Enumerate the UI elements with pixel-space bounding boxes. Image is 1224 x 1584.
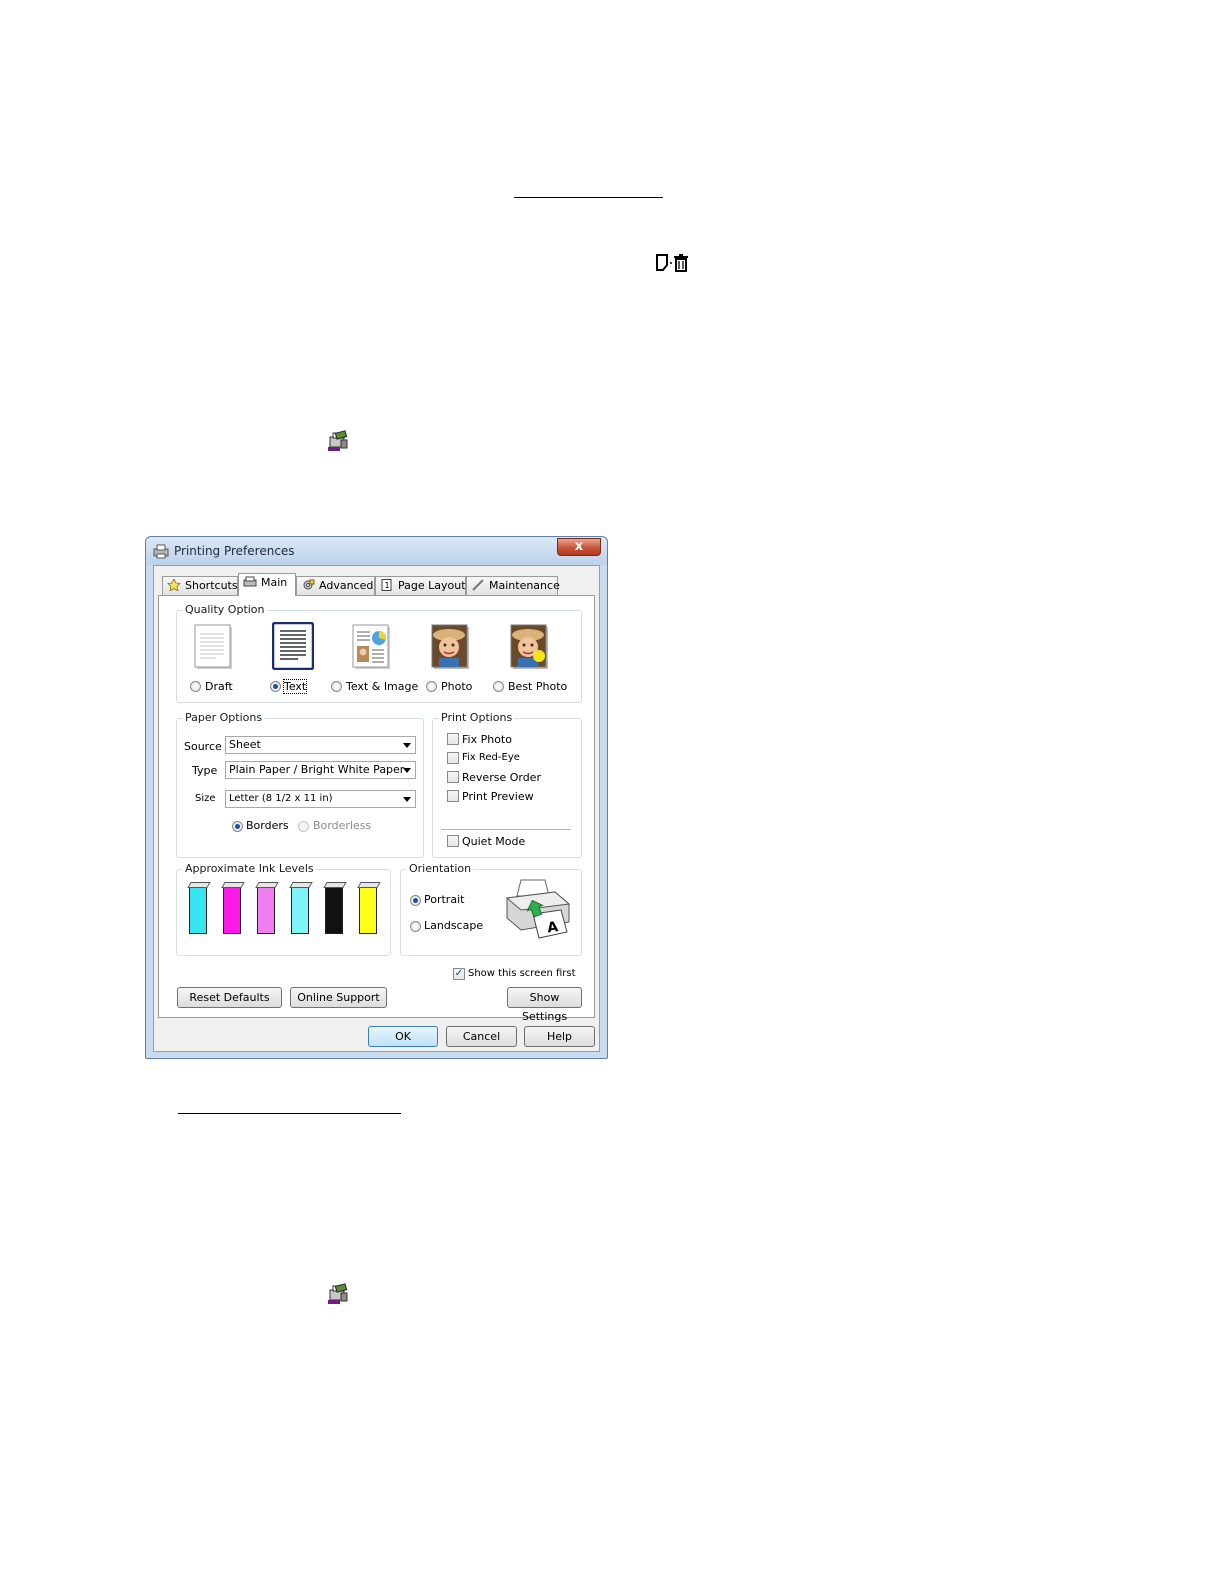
text-image-quality-icon[interactable] <box>352 624 392 670</box>
radio-draft[interactable] <box>190 681 201 692</box>
source-select[interactable]: Sheet <box>225 736 416 754</box>
ink-levels-title: Approximate Ink Levels <box>183 862 316 875</box>
checkbox-print-preview[interactable] <box>447 790 459 802</box>
dialog-client-area: Shortcuts Main Advanced 1 Page Layout Mai… <box>153 565 600 1052</box>
cancel-job-icon <box>656 254 688 272</box>
radio-borderless[interactable] <box>298 821 309 832</box>
help-button[interactable]: Help <box>524 1026 595 1047</box>
radio-best-photo[interactable] <box>493 681 504 692</box>
chevron-down-icon <box>403 743 411 748</box>
label-draft: Draft <box>205 680 233 693</box>
tab-maintenance[interactable]: Maintenance <box>466 576 560 595</box>
label-fix-red-eye: Fix Red-Eye <box>462 752 520 763</box>
tab-advanced[interactable]: Advanced <box>296 576 375 595</box>
chevron-down-icon <box>403 797 411 802</box>
type-value: Plain Paper / Bright White Paper <box>229 763 405 776</box>
radio-text-image[interactable] <box>331 681 342 692</box>
ink-levels-group: Approximate Ink Levels <box>176 862 391 956</box>
printer-icon <box>243 576 257 588</box>
ink-cartridge-light-cyan <box>291 885 309 934</box>
label-fix-photo: Fix Photo <box>462 733 512 746</box>
checkbox-reverse-order[interactable] <box>447 771 459 783</box>
printer-status-icon <box>328 430 348 451</box>
ink-cartridge-light-magenta <box>257 885 275 934</box>
main-tab-page: Quality Option Draft Text Text & Image P… <box>158 595 595 1023</box>
close-button[interactable]: x <box>557 538 601 556</box>
paper-options-group: Paper Options Source Sheet Type Plain Pa… <box>176 711 424 858</box>
tab-advanced-label: Advanced <box>319 579 374 592</box>
tab-shortcuts[interactable]: Shortcuts <box>162 576 238 595</box>
label-reverse-order: Reverse Order <box>462 771 541 784</box>
label-text-image: Text & Image <box>346 680 419 693</box>
show-settings-button[interactable]: Show Settings <box>507 987 582 1023</box>
page-icon: 1 <box>380 579 394 591</box>
tab-page-layout[interactable]: 1 Page Layout <box>375 576 466 595</box>
label-show-screen-first: Show this screen first <box>468 968 576 979</box>
size-label: Size <box>195 793 216 804</box>
source-value: Sheet <box>229 738 261 751</box>
radio-portrait[interactable] <box>410 895 421 906</box>
orientation-printer-icon: A <box>505 879 571 939</box>
type-label: Type <box>192 764 218 777</box>
source-label: Source <box>184 740 222 753</box>
checkbox-quiet-mode[interactable] <box>447 835 459 847</box>
printing-preferences-dialog: Printing Preferences x Shortcuts Main Ad… <box>145 536 608 1059</box>
dialog-title: Printing Preferences <box>174 544 295 558</box>
quality-option-group: Quality Option Draft Text Text & Image P… <box>176 603 582 703</box>
draft-quality-icon[interactable] <box>194 624 234 670</box>
printer-icon <box>153 544 169 559</box>
ink-cartridge-cyan <box>189 885 207 934</box>
tab-page-layout-label: Page Layout <box>398 579 466 592</box>
cancel-button[interactable]: Cancel <box>446 1026 517 1047</box>
checkbox-show-screen-first[interactable]: ✓ <box>453 968 465 980</box>
ink-cartridge-black <box>325 885 343 934</box>
tab-main[interactable]: Main <box>238 573 296 596</box>
checkbox-fix-photo[interactable] <box>447 733 459 745</box>
tab-maintenance-label: Maintenance <box>489 579 560 592</box>
size-select[interactable]: Letter (8 1/2 x 11 in) <box>225 790 416 808</box>
label-landscape: Landscape <box>424 919 484 932</box>
ink-cartridge-magenta <box>223 885 241 934</box>
orientation-group: Orientation Portrait Landscape A <box>400 862 582 956</box>
chevron-down-icon <box>403 768 411 773</box>
quality-option-title: Quality Option <box>183 603 267 616</box>
star-icon <box>167 578 181 592</box>
radio-borders[interactable] <box>232 821 243 832</box>
orientation-title: Orientation <box>407 862 474 875</box>
reset-defaults-button[interactable]: Reset Defaults <box>177 987 282 1008</box>
radio-landscape[interactable] <box>410 921 421 932</box>
type-select[interactable]: Plain Paper / Bright White Paper <box>225 761 416 779</box>
online-support-button[interactable]: Online Support <box>290 987 387 1008</box>
label-quiet-mode: Quiet Mode <box>462 835 526 848</box>
ink-cartridge-yellow <box>359 885 377 934</box>
label-text: Text <box>282 679 308 694</box>
best-photo-quality-icon[interactable] <box>510 624 550 670</box>
title-bar[interactable]: Printing Preferences x <box>146 537 607 565</box>
label-portrait: Portrait <box>424 893 465 906</box>
printer-status-icon-2 <box>328 1283 348 1304</box>
radio-photo[interactable] <box>426 681 437 692</box>
label-print-preview: Print Preview <box>462 790 534 803</box>
svg-text:1: 1 <box>385 581 390 590</box>
text-quality-icon[interactable] <box>272 622 314 670</box>
tab-main-label: Main <box>261 576 288 589</box>
ok-button[interactable]: OK <box>368 1026 438 1047</box>
label-borders: Borders <box>246 819 289 832</box>
label-photo: Photo <box>441 680 473 693</box>
label-best-photo: Best Photo <box>508 680 568 693</box>
label-borderless: Borderless <box>313 819 372 832</box>
divider <box>441 829 571 830</box>
photo-quality-icon[interactable] <box>431 624 471 670</box>
size-value: Letter (8 1/2 x 11 in) <box>229 793 333 804</box>
link-underline-bottom <box>178 1113 401 1114</box>
print-options-group: Print Options Fix Photo Fix Red-Eye Reve… <box>432 711 582 858</box>
paper-options-title: Paper Options <box>183 711 265 724</box>
link-underline-top <box>514 197 663 198</box>
checkbox-fix-red-eye[interactable] <box>447 752 459 764</box>
gear-icon <box>301 579 315 591</box>
wrench-icon <box>471 579 485 591</box>
radio-text[interactable] <box>270 681 281 692</box>
tab-shortcuts-label: Shortcuts <box>185 579 238 592</box>
print-options-title: Print Options <box>439 711 515 724</box>
